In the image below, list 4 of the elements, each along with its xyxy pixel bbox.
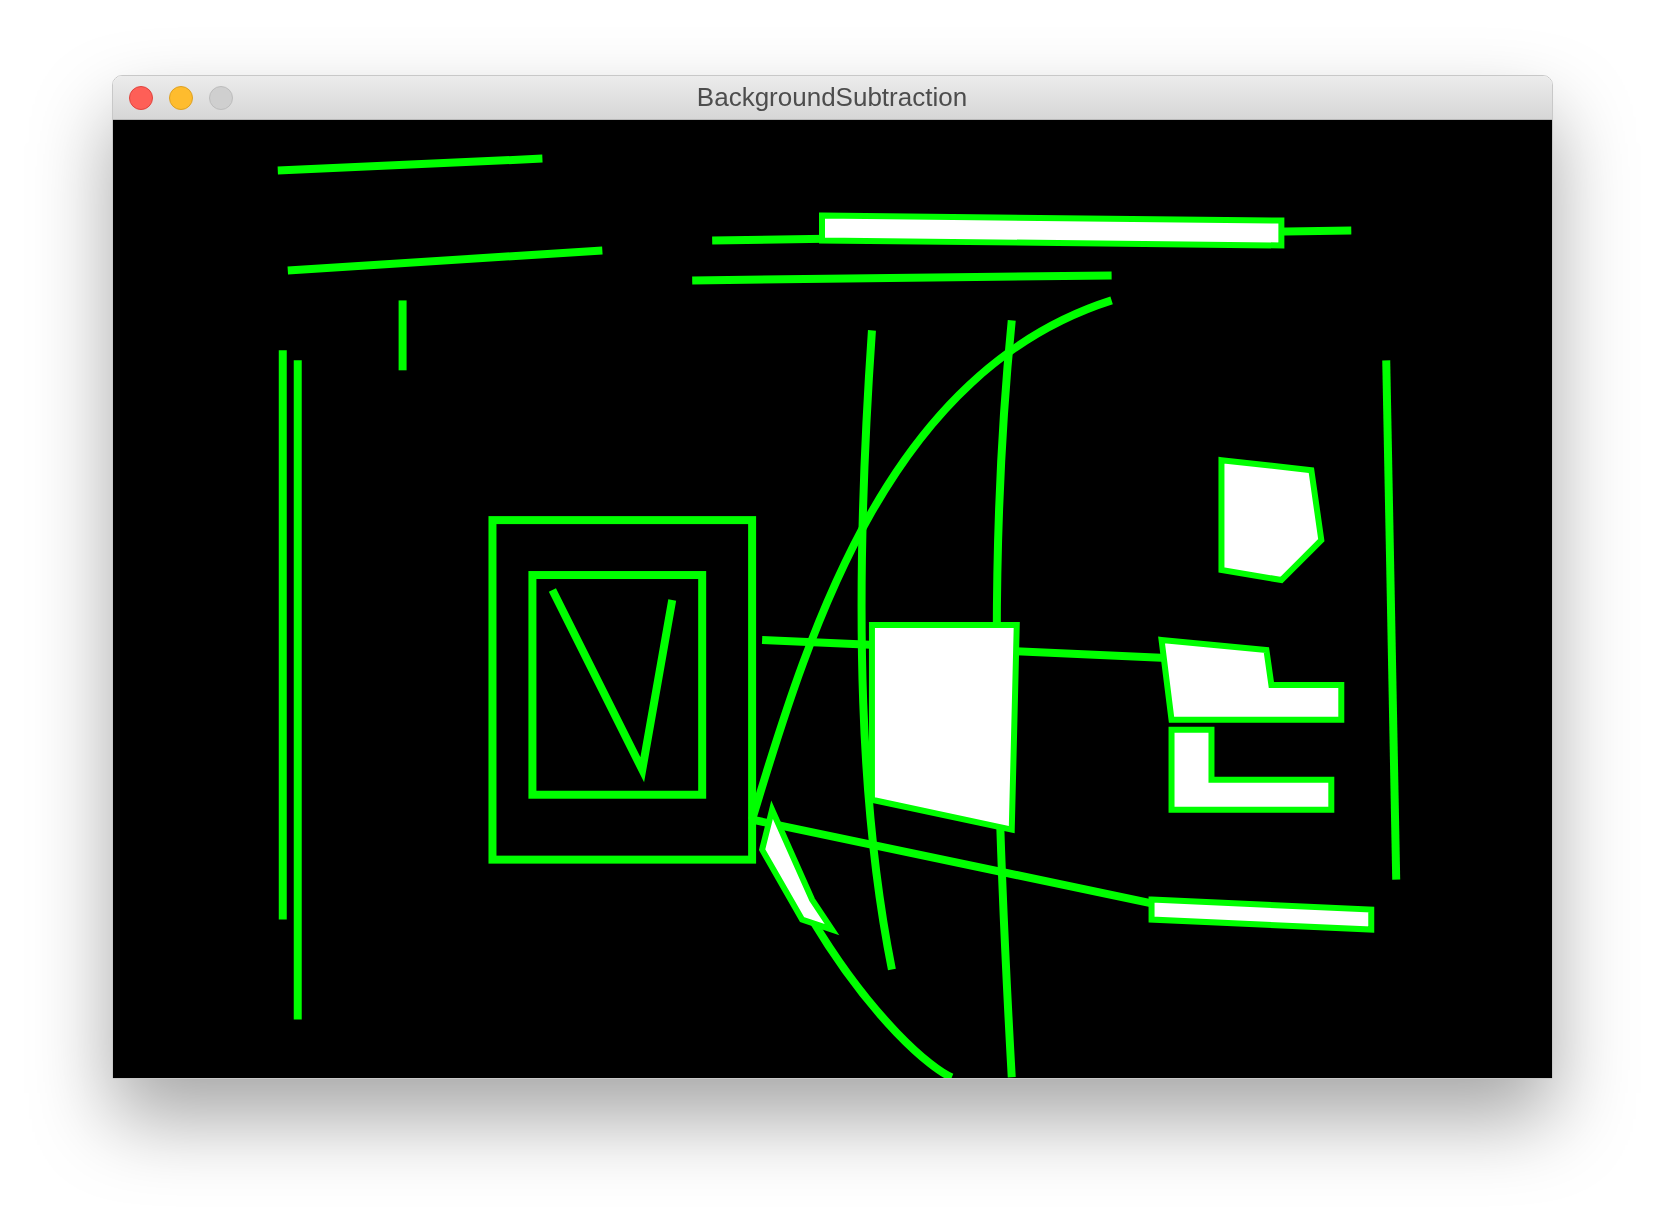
zoom-button[interactable]	[208, 85, 233, 110]
close-button[interactable]	[128, 85, 153, 110]
window-title: BackgroundSubtraction	[696, 81, 968, 114]
minimize-button[interactable]	[168, 85, 193, 110]
